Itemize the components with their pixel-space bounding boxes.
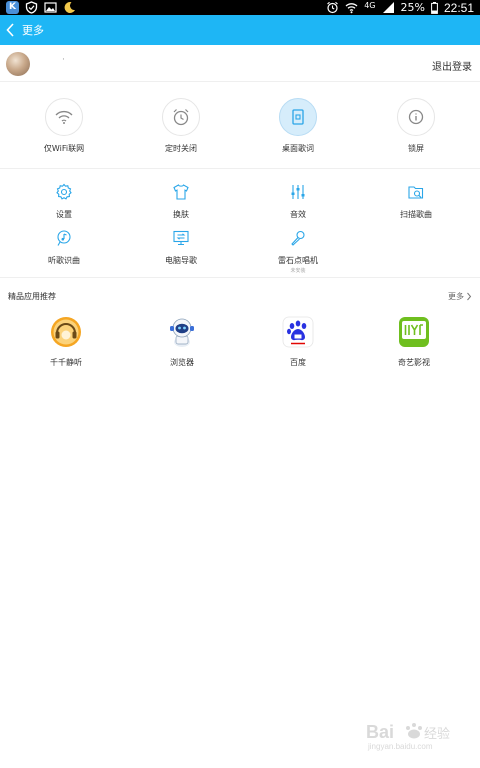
fn-label: 设置 — [56, 210, 72, 219]
quick-toggles: 仅WiFi联网 定时关闭 桌面歌词 锁屏 — [0, 82, 480, 169]
k-app-icon: K — [6, 1, 19, 14]
app-qiyi[interactable]: 奇艺影视 — [374, 316, 454, 368]
toggle-lock-screen[interactable]: 锁屏 — [376, 98, 456, 154]
baidu-watermark-logo: Bai 经验 jingyan.baidu.com — [366, 722, 450, 751]
tshirt-icon — [173, 184, 189, 200]
alarm-icon — [327, 1, 339, 14]
svg-text:经验: 经验 — [424, 726, 450, 742]
app-label: 奇艺影视 — [398, 358, 430, 367]
back-button[interactable] — [4, 21, 18, 39]
more-link[interactable]: 更多 — [448, 291, 472, 302]
fn-sublabel: 未安装 — [290, 268, 306, 274]
signal-icon — [382, 2, 394, 13]
computer-transfer-icon — [173, 230, 189, 246]
function-grid: 设置 换肤 音效 扫描歌曲 听歌识曲 电脑导歌 雷石点唱机 未安装 — [0, 170, 480, 278]
app-label: 百度 — [290, 358, 306, 367]
fn-label: 扫描歌曲 — [400, 210, 432, 219]
battery-percent: 25% — [400, 1, 425, 14]
sound-effect-button[interactable]: 音效 — [258, 183, 338, 220]
baidu-jingyan-watermark: Bai 经验 jingyan.baidu.com — [364, 718, 456, 752]
chevron-right-icon — [467, 292, 472, 301]
logout-button[interactable]: 退出登录 — [432, 58, 472, 73]
fn-label: 雷石点唱机 — [278, 256, 318, 265]
svg-text:jingyan.baidu.com: jingyan.baidu.com — [367, 742, 433, 751]
toggle-label: 定时关闭 — [165, 144, 197, 153]
image-icon — [44, 2, 57, 13]
equalizer-icon — [291, 185, 305, 199]
alarm-clock-icon — [173, 109, 189, 126]
recommended-header: 精品应用推荐 更多 — [0, 289, 480, 305]
status-bar: K 4G 25% 22:51 — [0, 0, 480, 15]
user-row: · 退出登录 — [0, 45, 480, 82]
settings-button[interactable]: 设置 — [24, 183, 104, 220]
music-recognition-icon — [57, 230, 71, 246]
song-recognition-button[interactable]: 听歌识曲 — [24, 229, 104, 266]
toggle-sleep-timer[interactable]: 定时关闭 — [141, 98, 221, 154]
toggle-label: 仅WiFi联网 — [43, 144, 85, 153]
page-title: 更多 — [22, 24, 44, 37]
lock-screen-icon — [408, 109, 424, 125]
fn-label: 电脑导歌 — [165, 256, 197, 265]
qianqian-app-icon — [51, 317, 81, 347]
section-title: 精品应用推荐 — [8, 292, 56, 301]
toggle-wifi-only[interactable]: 仅WiFi联网 — [24, 98, 104, 154]
scan-folder-icon — [408, 186, 424, 199]
toggle-label: 桌面歌词 — [282, 144, 314, 153]
toggle-desktop-lyrics[interactable]: 桌面歌词 — [258, 98, 338, 154]
app-baidu[interactable]: 百度 — [258, 316, 338, 368]
moon-icon — [64, 2, 75, 14]
app-label: 千千静听 — [50, 358, 82, 367]
app-label: 浏览器 — [170, 358, 194, 367]
avatar[interactable] — [6, 52, 30, 76]
scan-songs-button[interactable]: 扫描歌曲 — [376, 183, 456, 220]
baidu-paw-icon — [282, 316, 314, 348]
title-bar: 更多 — [0, 15, 480, 45]
wifi-icon — [345, 3, 358, 14]
fn-label: 换肤 — [173, 210, 189, 219]
toggle-label: 锁屏 — [408, 144, 424, 153]
svg-text:Bai: Bai — [366, 722, 394, 742]
gear-icon — [56, 183, 72, 200]
karaoke-button[interactable]: 雷石点唱机 未安装 — [258, 229, 338, 274]
network-type: 4G — [364, 1, 376, 10]
battery-icon — [431, 1, 438, 14]
fn-label: 听歌识曲 — [48, 256, 80, 265]
wifi-icon — [55, 110, 73, 124]
more-label: 更多 — [448, 292, 464, 301]
microphone-icon — [291, 230, 305, 246]
desktop-lyrics-icon — [292, 109, 304, 125]
clock: 22:51 — [443, 0, 474, 15]
app-qianqian[interactable]: 千千静听 — [26, 316, 106, 368]
username: · — [62, 55, 65, 65]
app-browser[interactable]: 浏览器 — [142, 316, 222, 368]
skin-button[interactable]: 换肤 — [141, 183, 221, 220]
qiyi-app-icon — [399, 317, 429, 347]
pc-transfer-button[interactable]: 电脑导歌 — [141, 229, 221, 266]
shield-icon — [25, 1, 38, 14]
astronaut-browser-icon — [170, 318, 194, 347]
fn-label: 音效 — [290, 210, 306, 219]
